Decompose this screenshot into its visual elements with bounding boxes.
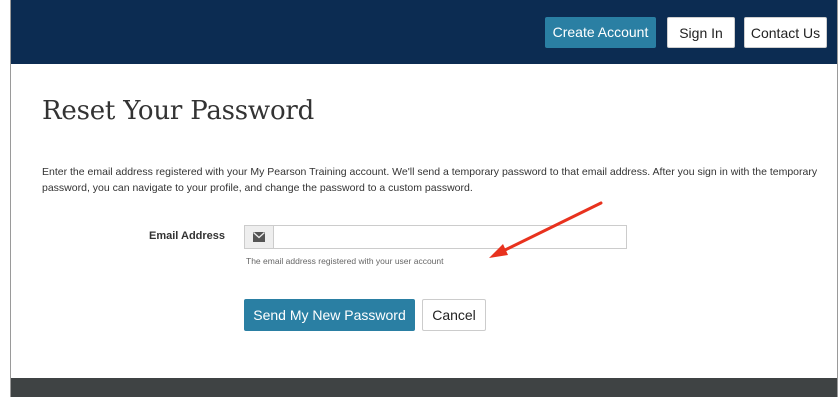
footer-bar — [11, 378, 837, 397]
red-arrow-annotation — [489, 201, 603, 258]
page-frame: Create Account Sign In Contact Us Reset … — [10, 0, 838, 397]
cancel-button[interactable]: Cancel — [422, 299, 486, 331]
send-new-password-button[interactable]: Send My New Password — [244, 299, 415, 331]
